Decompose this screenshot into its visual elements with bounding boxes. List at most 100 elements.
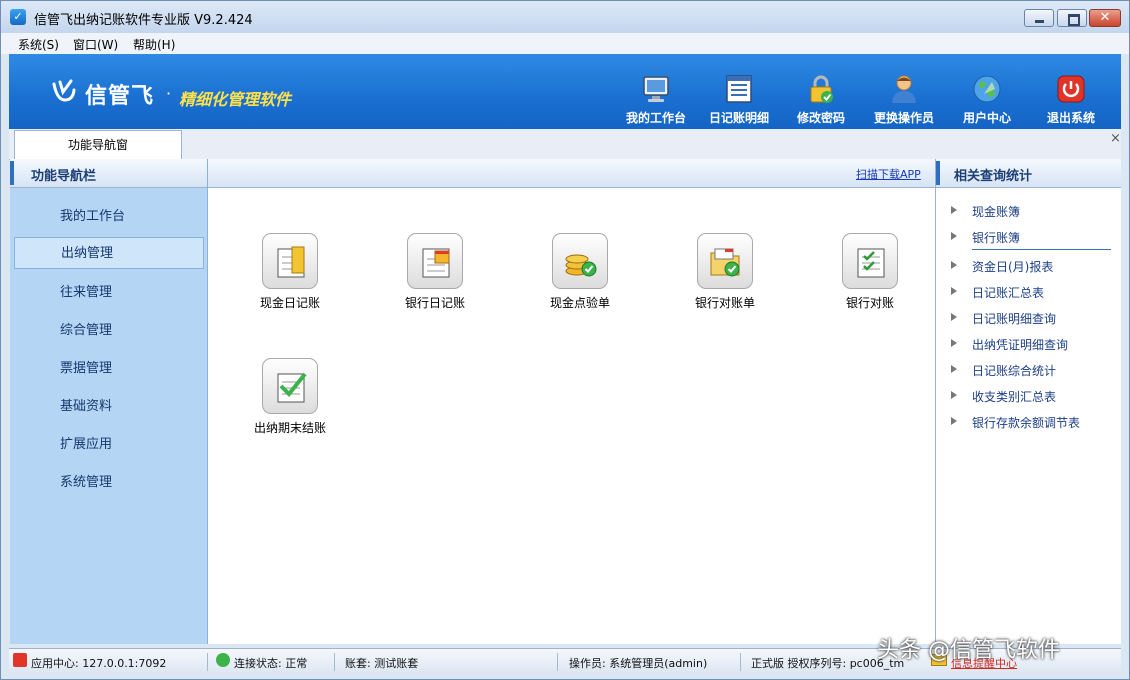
feature-bank-reconciliation[interactable]: 银行对账	[820, 233, 920, 311]
status-connection: 连接状态: 正常	[234, 657, 308, 670]
bank-reconcile-icon	[842, 233, 898, 289]
feature-cash-journal[interactable]: 现金日记账	[240, 233, 340, 311]
feature-bank-statement[interactable]: 银行对账单	[675, 233, 775, 311]
sidebar-title: 功能导航栏	[31, 169, 97, 184]
triangle-right-icon	[951, 391, 957, 399]
triangle-right-icon	[951, 232, 957, 240]
triangle-right-icon	[951, 339, 957, 347]
main-content: 扫描下载APP 现金日记账 银行日记账 现金点验单 银行对账单 银行对账 出纳期…	[208, 159, 935, 644]
header-banner: 信管飞 · 精细化管理软件 我的工作台 日记账明细 修改密码 更换操作员 用户中…	[9, 54, 1121, 130]
status-divider	[334, 653, 335, 671]
toolbar-label: 用户中心	[962, 111, 1011, 125]
bank-statement-icon	[697, 233, 753, 289]
toolbar-user-center[interactable]: 用户中心	[947, 74, 1027, 126]
triangle-right-icon	[951, 261, 957, 269]
window-title: 信管飞出纳记账软件专业版 V9.2.424	[34, 13, 253, 28]
tab-function-navigation[interactable]: 功能导航窗	[14, 130, 182, 159]
toolbar-label: 日记账明细	[708, 111, 769, 125]
feature-label: 现金点验单	[549, 296, 610, 310]
monitor-icon	[643, 76, 669, 102]
related-queries-title: 相关查询统计	[954, 169, 1033, 184]
query-link-journal-statistics[interactable]: 日记账综合统计	[972, 362, 1056, 379]
tab-strip: 功能导航窗 ×	[9, 129, 1121, 160]
header-accent	[936, 161, 940, 185]
toolbar-journal-detail[interactable]: 日记账明细	[699, 74, 779, 126]
brand-separator: ·	[166, 84, 172, 103]
toolbar-switch-operator[interactable]: 更换操作员	[864, 74, 944, 126]
toolbar-label: 修改密码	[796, 111, 845, 125]
app-logo-icon: ✓	[10, 9, 26, 25]
globe-icon	[973, 75, 1001, 103]
title-bar: ✓ 信管飞出纳记账软件专业版 V9.2.424 ✕	[1, 1, 1129, 33]
navigation-sidebar: 功能导航栏 我的工作台 出纳管理 往来管理 综合管理 票据管理 基础资料 扩展应…	[10, 159, 208, 644]
query-link-cash-ledger[interactable]: 现金账簿	[972, 203, 1020, 220]
query-link-category-summary[interactable]: 收支类别汇总表	[972, 388, 1056, 405]
triangle-right-icon	[951, 417, 957, 425]
minimize-button[interactable]	[1024, 9, 1054, 27]
toolbar-label: 更换操作员	[873, 111, 934, 125]
sidebar-item-basic-data[interactable]: 基础资料	[14, 391, 204, 423]
sidebar-item-extensions[interactable]: 扩展应用	[14, 429, 204, 461]
related-queries-header: 相关查询统计	[936, 159, 1121, 188]
status-divider	[740, 653, 741, 671]
ledger-detail-icon	[726, 75, 752, 103]
sidebar-item-system-management[interactable]: 系统管理	[14, 467, 204, 499]
triangle-right-icon	[951, 287, 957, 295]
toolbar-exit[interactable]: 退出系统	[1031, 74, 1111, 126]
brand-name: 信管飞	[85, 84, 155, 109]
feature-label: 银行日记账	[404, 296, 465, 310]
feature-label: 出纳期末结账	[253, 421, 326, 435]
feature-label: 现金日记账	[259, 296, 320, 310]
menu-help[interactable]: 帮助(H)	[133, 36, 175, 53]
triangle-right-icon	[951, 206, 957, 214]
status-app-center: 应用中心: 127.0.0.1:7092	[31, 657, 167, 670]
sidebar-item-bill-management[interactable]: 票据管理	[14, 353, 204, 385]
header-accent	[10, 161, 14, 185]
check-icon	[216, 653, 230, 667]
scan-download-app-link[interactable]: 扫描下载APP	[856, 166, 921, 182]
sidebar-item-receivables-management[interactable]: 往来管理	[14, 277, 204, 309]
query-link-bank-reconciliation-statement[interactable]: 银行存款余额调节表	[972, 414, 1080, 431]
sidebar-item-my-workbench[interactable]: 我的工作台	[14, 201, 204, 233]
query-link-voucher-detail[interactable]: 出纳凭证明细查询	[972, 336, 1068, 353]
app-center-icon	[13, 653, 27, 667]
brand-logo-icon	[52, 79, 76, 102]
lock-icon	[810, 75, 833, 103]
query-link-journal-summary[interactable]: 日记账汇总表	[972, 284, 1044, 301]
feature-period-end-closing[interactable]: 出纳期末结账	[240, 358, 340, 436]
toolbar-my-workbench[interactable]: 我的工作台	[616, 74, 696, 126]
menu-bar: 系统(S) 窗口(W) 帮助(H)	[1, 33, 1129, 54]
sidebar-item-cashier-management[interactable]: 出纳管理	[14, 237, 204, 269]
menu-window[interactable]: 窗口(W)	[73, 36, 118, 53]
triangle-right-icon	[951, 365, 957, 373]
menu-system[interactable]: 系统(S)	[18, 36, 59, 53]
feature-label: 银行对账单	[694, 296, 755, 310]
toolbar-change-password[interactable]: 修改密码	[781, 74, 861, 126]
cash-check-icon	[552, 233, 608, 289]
cash-journal-icon	[262, 233, 318, 289]
query-link-journal-detail[interactable]: 日记账明细查询	[972, 310, 1056, 327]
power-icon	[1057, 75, 1085, 103]
app-window: ✓ 信管飞出纳记账软件专业版 V9.2.424 ✕ 系统(S) 窗口(W) 帮助…	[0, 0, 1130, 680]
close-button[interactable]: ✕	[1089, 9, 1121, 27]
close-tab-icon[interactable]: ×	[1110, 131, 1121, 146]
toolbar-label: 退出系统	[1046, 111, 1095, 125]
feature-label: 银行对账	[845, 296, 894, 310]
main-header: 扫描下载APP	[208, 159, 935, 188]
feature-bank-journal[interactable]: 银行日记账	[385, 233, 485, 311]
query-link-bank-ledger[interactable]: 银行账簿	[972, 229, 1020, 246]
link-underline	[972, 249, 1111, 250]
sidebar-item-general-management[interactable]: 综合管理	[14, 315, 204, 347]
status-divider	[207, 653, 208, 671]
status-divider	[557, 653, 558, 671]
status-account-set: 账套: 测试账套	[345, 657, 419, 670]
triangle-right-icon	[951, 313, 957, 321]
toolbar-label: 我的工作台	[625, 111, 686, 125]
maximize-button[interactable]	[1057, 9, 1087, 27]
feature-cash-count-sheet[interactable]: 现金点验单	[530, 233, 630, 311]
status-operator: 操作员: 系统管理员(admin)	[569, 657, 708, 670]
watermark: 头条 @信管飞软件	[877, 638, 1060, 663]
bank-journal-icon	[407, 233, 463, 289]
query-link-funds-report[interactable]: 资金日(月)报表	[972, 258, 1053, 275]
sidebar-header: 功能导航栏	[10, 159, 207, 188]
